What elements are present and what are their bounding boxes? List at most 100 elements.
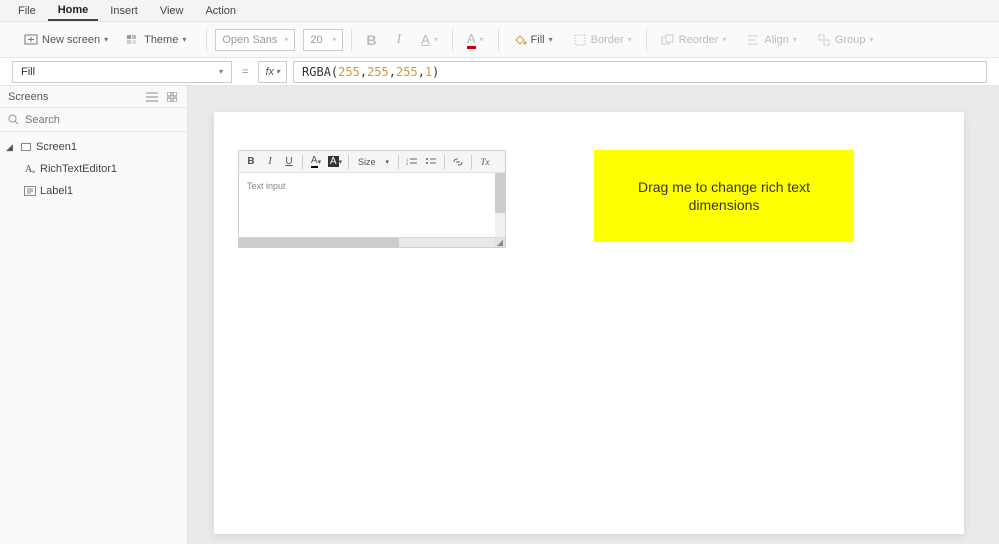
rte-link-button[interactable] xyxy=(450,154,466,170)
formula-input[interactable]: RGBA(255, 255, 255, 1) xyxy=(293,61,987,83)
formula-func: RGBA xyxy=(302,65,331,79)
reorder-icon xyxy=(661,33,675,47)
property-dropdown[interactable]: Fill ▾ xyxy=(12,61,232,83)
rte-resize-handle[interactable]: ◢ xyxy=(495,237,505,247)
rte-bullet-list-button[interactable] xyxy=(423,154,439,170)
chevron-down-icon: ▾ xyxy=(182,35,186,44)
rte-font-color-button[interactable]: A▾ xyxy=(308,154,324,170)
font-color-button[interactable]: A ▾ xyxy=(461,28,490,52)
rte-scrollbar[interactable] xyxy=(495,173,505,237)
rich-text-icon: Aₐ xyxy=(24,163,36,175)
formula-bar: Fill ▾ = fx ▾ RGBA(255, 255, 255, 1) xyxy=(0,58,999,86)
menu-home[interactable]: Home xyxy=(48,1,99,21)
tree-grid-view-icon[interactable] xyxy=(165,90,179,104)
group-icon xyxy=(817,33,831,47)
paint-bucket-icon xyxy=(513,33,527,47)
rte-underline-button[interactable]: U xyxy=(281,154,297,170)
fx-button[interactable]: fx ▾ xyxy=(258,61,287,83)
chevron-down-icon: ▾ xyxy=(219,67,223,76)
group-label: Group xyxy=(835,34,866,46)
ribbon-separator xyxy=(452,29,453,51)
chevron-down-icon: ▾ xyxy=(332,35,336,44)
tree-header: Screens xyxy=(0,86,187,108)
rte-bold-button[interactable]: B xyxy=(243,154,259,170)
tree-search[interactable] xyxy=(0,108,187,132)
fill-label: Fill xyxy=(531,34,545,46)
property-value: Fill xyxy=(21,66,35,78)
search-icon xyxy=(8,114,19,125)
menu-view[interactable]: View xyxy=(150,2,194,20)
rich-text-editor-control[interactable]: B I U A▾ A▾ Size▾ 12 xyxy=(238,150,506,248)
label-text: Drag me to change rich text dimensions xyxy=(604,178,844,214)
tree-body: ◢ Screen1 Aₐ RichTextEditor1 Label1 xyxy=(0,132,187,206)
theme-button[interactable]: Theme ▾ xyxy=(120,30,192,50)
canvas-area: B I U A▾ A▾ Size▾ 12 xyxy=(188,86,999,544)
chevron-down-icon: ▾ xyxy=(628,35,632,44)
tree-search-input[interactable] xyxy=(25,114,179,126)
chevron-down-icon: ▾ xyxy=(722,35,726,44)
chevron-down-icon: ▾ xyxy=(104,35,108,44)
tree-node-richtexteditor1[interactable]: Aₐ RichTextEditor1 xyxy=(0,158,187,180)
menu-insert[interactable]: Insert xyxy=(100,2,148,20)
chevron-down-icon: ▾ xyxy=(549,35,553,44)
main-area: Screens ◢ Screen1 Aₐ xyxy=(0,86,999,544)
label-icon xyxy=(24,185,36,197)
rte-size-select[interactable]: Size▾ xyxy=(354,157,393,167)
tree-node-label1[interactable]: Label1 xyxy=(0,180,187,202)
ribbon-separator xyxy=(351,29,352,51)
menu-file[interactable]: File xyxy=(8,2,46,20)
align-label: Align xyxy=(764,34,788,46)
italic-button[interactable]: I xyxy=(390,29,407,51)
font-color-letter: A xyxy=(467,31,476,49)
ribbon-separator xyxy=(206,29,207,51)
new-screen-icon xyxy=(24,33,38,47)
menu-action[interactable]: Action xyxy=(195,2,246,20)
rte-toolbar: B I U A▾ A▾ Size▾ 12 xyxy=(239,151,505,173)
fx-label: fx xyxy=(265,66,274,78)
chevron-down-icon: ▾ xyxy=(869,35,873,44)
rte-highlight-button[interactable]: A▾ xyxy=(327,154,343,170)
rte-scrollbar-thumb[interactable] xyxy=(495,173,505,213)
tree-node-label: Label1 xyxy=(40,185,73,197)
chevron-down-icon: ▾ xyxy=(276,67,280,76)
ribbon: New screen ▾ Theme ▾ Open Sans ▾ 20 ▾ B … xyxy=(0,22,999,58)
new-screen-button[interactable]: New screen ▾ xyxy=(18,30,114,50)
border-button[interactable]: Border ▾ xyxy=(567,30,638,50)
theme-icon xyxy=(126,33,140,47)
font-size-select[interactable]: 20 ▾ xyxy=(303,29,343,51)
equals-sign: = xyxy=(238,66,252,78)
tree-node-label: Screen1 xyxy=(36,141,77,153)
border-icon xyxy=(573,33,587,47)
rte-italic-button[interactable]: I xyxy=(262,154,278,170)
svg-text:2: 2 xyxy=(406,161,409,166)
align-button[interactable]: Align ▾ xyxy=(740,30,802,50)
chevron-down-icon: ▾ xyxy=(793,35,797,44)
rte-h-scrollbar-thumb[interactable] xyxy=(239,238,399,247)
tree-list-view-icon[interactable] xyxy=(145,90,159,104)
label-control[interactable]: Drag me to change rich text dimensions xyxy=(594,150,854,242)
group-button[interactable]: Group ▾ xyxy=(811,30,880,50)
rte-separator xyxy=(398,155,399,169)
rte-body[interactable]: Text input xyxy=(239,173,505,237)
align-icon xyxy=(746,33,760,47)
underline-button[interactable]: A ▾ xyxy=(415,29,444,50)
tree-collapse-icon[interactable]: ◢ xyxy=(6,142,16,153)
tree-node-label: RichTextEditor1 xyxy=(40,163,117,175)
rte-separator xyxy=(444,155,445,169)
screen-canvas[interactable]: B I U A▾ A▾ Size▾ 12 xyxy=(214,112,964,534)
ribbon-separator xyxy=(498,29,499,51)
font-size-value: 20 xyxy=(310,34,322,46)
rte-numbered-list-button[interactable]: 12 xyxy=(404,154,420,170)
rte-clear-format-button[interactable]: Tx xyxy=(477,154,493,170)
rte-separator xyxy=(471,155,472,169)
rte-h-scrollbar[interactable]: ◢ xyxy=(239,237,505,247)
new-screen-label: New screen xyxy=(42,34,100,46)
tree-title: Screens xyxy=(8,91,48,103)
tree-node-screen1[interactable]: ◢ Screen1 xyxy=(0,136,187,158)
rte-placeholder: Text input xyxy=(247,181,286,191)
reorder-label: Reorder xyxy=(679,34,719,46)
fill-button[interactable]: Fill ▾ xyxy=(507,30,559,50)
bold-button[interactable]: B xyxy=(360,29,382,51)
reorder-button[interactable]: Reorder ▾ xyxy=(655,30,733,50)
font-family-select[interactable]: Open Sans ▾ xyxy=(215,29,295,51)
